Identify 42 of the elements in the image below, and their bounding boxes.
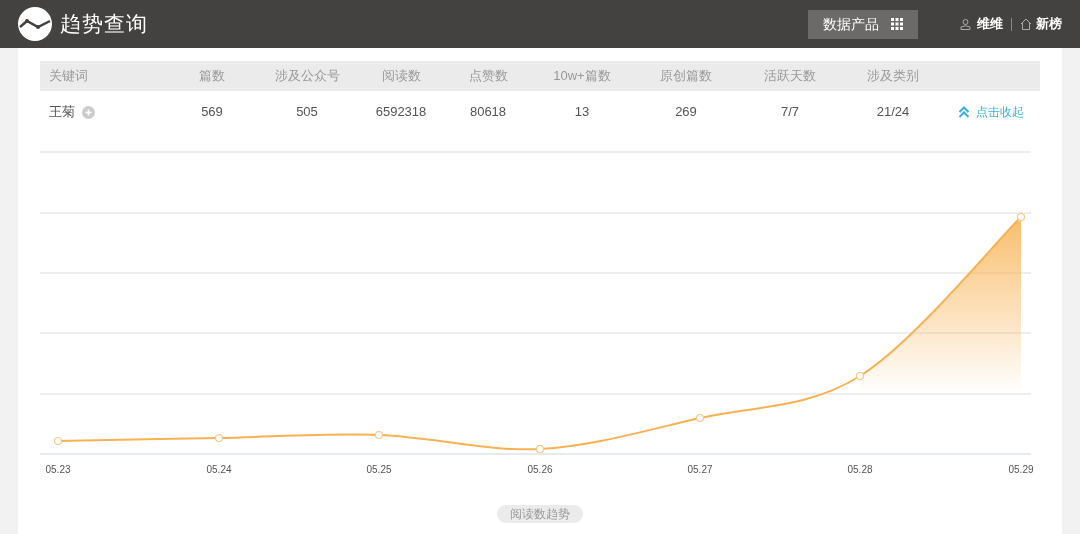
app-title: 趋势查询: [60, 11, 148, 38]
data-point: [53, 436, 63, 446]
table-cell-text: 569: [200, 103, 224, 122]
column-header: 篇数: [198, 67, 226, 86]
column-header: 活跃天数: [763, 67, 817, 86]
column-header: 原创篇数: [659, 67, 713, 86]
data-point: [1016, 212, 1026, 222]
add-icon[interactable]: [82, 105, 95, 119]
keyword-text: 王菊: [49, 103, 75, 122]
x-axis-label: 05.29: [1008, 463, 1034, 477]
table-cell-text: 21/24: [875, 103, 911, 122]
column-header: 关键词: [48, 67, 89, 86]
data-point: [214, 433, 224, 443]
table-cell-text: 505: [295, 103, 319, 122]
data-point: [535, 444, 545, 454]
user-link[interactable]: 维维: [960, 14, 1003, 34]
home-link[interactable]: 新榜: [1020, 14, 1062, 34]
column-header: 涉及公众号: [273, 67, 341, 86]
table-cell-text: 13: [573, 103, 591, 122]
x-axis-label: 05.28: [847, 463, 873, 477]
column-header: 涉及类别: [866, 67, 920, 86]
data-point: [855, 371, 865, 381]
table-cell-text: 7/7: [779, 103, 801, 122]
x-axis-label: 05.27: [687, 463, 713, 477]
x-axis-label: 05.23: [45, 463, 71, 477]
data-point: [695, 413, 705, 423]
logo-icon: [18, 7, 52, 41]
double-chevron-up-icon: [958, 106, 970, 118]
data-products-button[interactable]: 数据产品: [808, 9, 918, 39]
grid-icon: [891, 18, 903, 30]
home-icon: [1020, 18, 1032, 30]
table-cell-text: 80618: [468, 103, 508, 122]
data-point: [374, 430, 384, 440]
x-axis-label: 05.25: [366, 463, 392, 477]
column-header: 阅读数: [380, 67, 422, 86]
table-cell-text: 6592318: [374, 103, 428, 122]
user-icon: [960, 18, 971, 30]
column-header: 10w+篇数: [552, 67, 612, 86]
x-axis-label: 05.26: [527, 463, 553, 477]
column-header: 点赞数: [467, 67, 509, 86]
x-axis-label: 05.24: [206, 463, 232, 477]
table-cell-text: 269: [674, 103, 698, 122]
